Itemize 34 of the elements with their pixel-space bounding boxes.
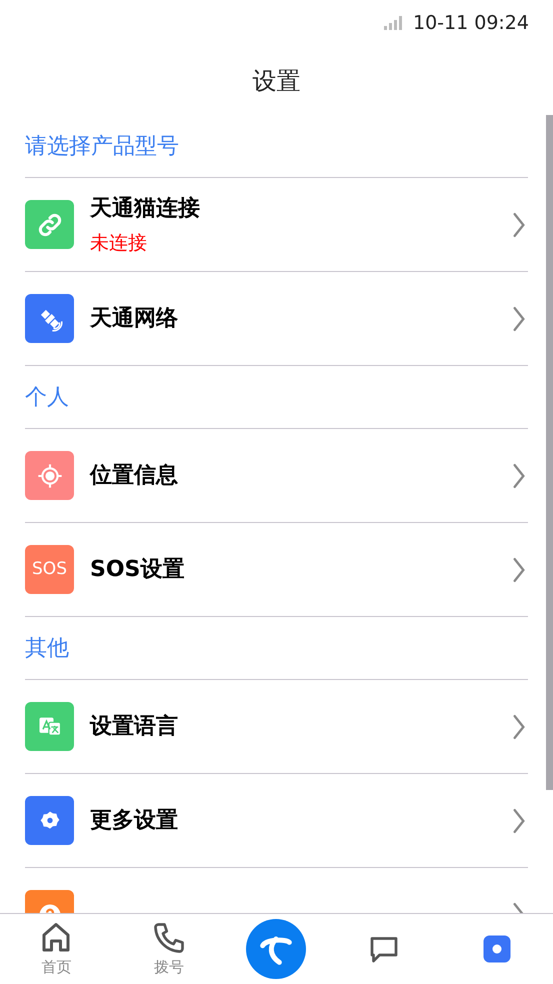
sos-icon: SOS (25, 545, 74, 594)
section-header: 其他 (25, 634, 69, 662)
chevron-icon (512, 462, 526, 488)
nav-tab[interactable]: 首页 (21, 920, 92, 978)
settings-row[interactable]: SOS SOS设置 (25, 523, 528, 617)
settings-row[interactable]: 设置语言 (25, 680, 528, 774)
settings-row[interactable]: 位置信息 (25, 429, 528, 523)
chevron-icon (512, 714, 526, 740)
chevron-icon (512, 556, 526, 582)
row-label: SOS设置 (90, 556, 186, 584)
nav-tab[interactable]: 拨号 (134, 920, 204, 978)
status-time: 10-11 09:24 (412, 10, 529, 36)
settings-row[interactable]: 天通网络 (25, 272, 528, 366)
translate-icon (25, 702, 74, 751)
section-header: 个人 (25, 384, 69, 412)
scrollbar[interactable] (546, 115, 553, 790)
row-status: 未连接 (90, 230, 148, 256)
chevron-icon (512, 212, 526, 238)
row-label: 位置信息 (90, 462, 179, 490)
signal-icon (382, 16, 405, 30)
section-header: 请选择产品型号 (25, 132, 179, 160)
row-label: 更多设置 (90, 807, 179, 835)
settings-row[interactable]: 更多设置 (25, 774, 528, 868)
settings-row[interactable]: 天通猫连接 未连接 (25, 178, 528, 272)
row-label: 天通猫连接 (90, 194, 201, 223)
row-label: 天通网络 (90, 305, 179, 333)
target-icon (25, 451, 74, 500)
page-title: 设置 (252, 66, 300, 96)
link-icon (25, 200, 74, 249)
chevron-icon (512, 306, 526, 332)
gear-icon (25, 796, 74, 845)
satellite-icon (25, 294, 74, 343)
row-label: 设置语言 (90, 712, 179, 741)
chevron-icon (512, 808, 526, 834)
